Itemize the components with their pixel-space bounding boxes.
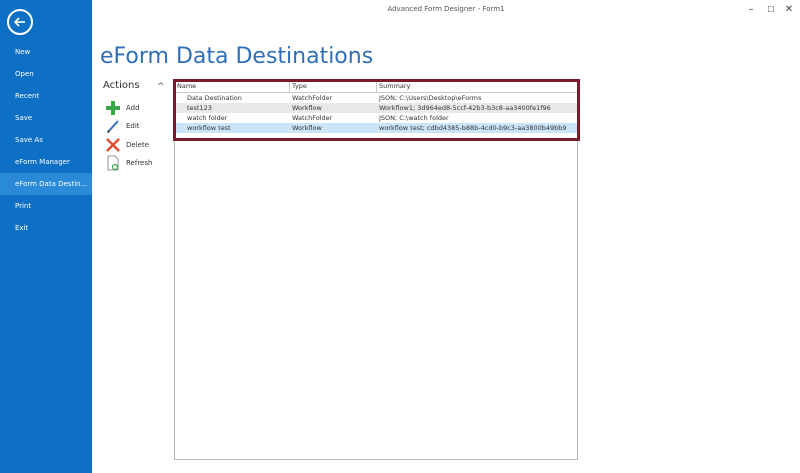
nav-item-new[interactable]: New [0, 41, 92, 63]
cell-type: WatchFolder [292, 94, 333, 102]
nav-item-save-as[interactable]: Save As [0, 129, 92, 151]
add-label: Add [126, 104, 140, 112]
refresh-button[interactable]: Refresh [106, 154, 152, 172]
edit-label: Edit [126, 122, 140, 130]
cell-summary: Workflow1; 3d964ed8-5ccf-42b3-b3c8-aa340… [379, 104, 551, 112]
delete-label: Delete [126, 141, 149, 149]
refresh-label: Refresh [126, 159, 153, 167]
plus-icon [106, 100, 120, 116]
nav-item-save[interactable]: Save [0, 107, 92, 129]
cell-type: WatchFolder [292, 114, 333, 122]
cell-name: watch folder [187, 114, 228, 122]
table-row[interactable]: watch folder WatchFolder JSON; C:\watch … [175, 113, 577, 123]
table-row-selected[interactable]: workflow test Workflow workflow test; cd… [175, 123, 577, 133]
cell-name: Data Destination [187, 94, 242, 102]
cell-summary: JSON; C:\watch folder [379, 114, 449, 122]
nav-item-exit[interactable]: Exit [0, 217, 92, 239]
nav-item-eform-manager[interactable]: eForm Manager [0, 151, 92, 173]
add-button[interactable]: Add [106, 99, 140, 117]
title-bar: Advanced Form Designer - Form1 – ☐ ✕ [92, 0, 800, 20]
nav-item-recent[interactable]: Recent [0, 85, 92, 107]
cell-name: test123 [187, 104, 212, 112]
table-row[interactable]: Data Destination WatchFolder JSON; C:\Us… [175, 93, 577, 103]
cell-type: Workflow [292, 124, 322, 132]
cell-name: workflow test [187, 124, 231, 132]
collapse-actions-button[interactable]: ^ [157, 82, 165, 92]
nav-item-print[interactable]: Print [0, 195, 92, 217]
backstage-nav: New Open Recent Save Save As eForm Manag… [0, 41, 92, 239]
actions-header: Actions [103, 80, 140, 91]
window-title: Advanced Form Designer - Form1 [387, 5, 505, 13]
cell-type: Workflow [292, 104, 322, 112]
column-header-type[interactable]: Type [290, 81, 377, 92]
cell-summary: workflow test; cdbd4385-b88b-4cd0-b9c3-a… [379, 124, 567, 132]
cell-summary: JSON; C:\Users\Desktop\eForms [379, 94, 482, 102]
grid-header: Name Type Summary [175, 81, 577, 93]
arrow-left-icon [13, 17, 25, 27]
nav-item-eform-data-destinations[interactable]: eForm Data Destin... [0, 173, 92, 195]
data-destinations-grid[interactable]: Name Type Summary Data Destination Watch… [174, 80, 578, 460]
back-button[interactable] [7, 9, 33, 35]
x-icon [106, 137, 120, 153]
column-header-name[interactable]: Name [175, 81, 290, 92]
edit-button[interactable]: Edit [106, 117, 140, 135]
page-title: eForm Data Destinations [100, 44, 374, 69]
table-row[interactable]: test123 Workflow Workflow1; 3d964ed8-5cc… [175, 103, 577, 113]
pencil-icon [106, 118, 120, 134]
backstage-sidebar: New Open Recent Save Save As eForm Manag… [0, 0, 92, 473]
maximize-button[interactable]: ☐ [764, 3, 778, 17]
delete-button[interactable]: Delete [106, 136, 149, 154]
column-header-summary[interactable]: Summary [377, 81, 577, 92]
close-button[interactable]: ✕ [782, 3, 796, 17]
minimize-button[interactable]: – [744, 3, 758, 17]
nav-item-open[interactable]: Open [0, 63, 92, 85]
refresh-document-icon [106, 155, 120, 171]
